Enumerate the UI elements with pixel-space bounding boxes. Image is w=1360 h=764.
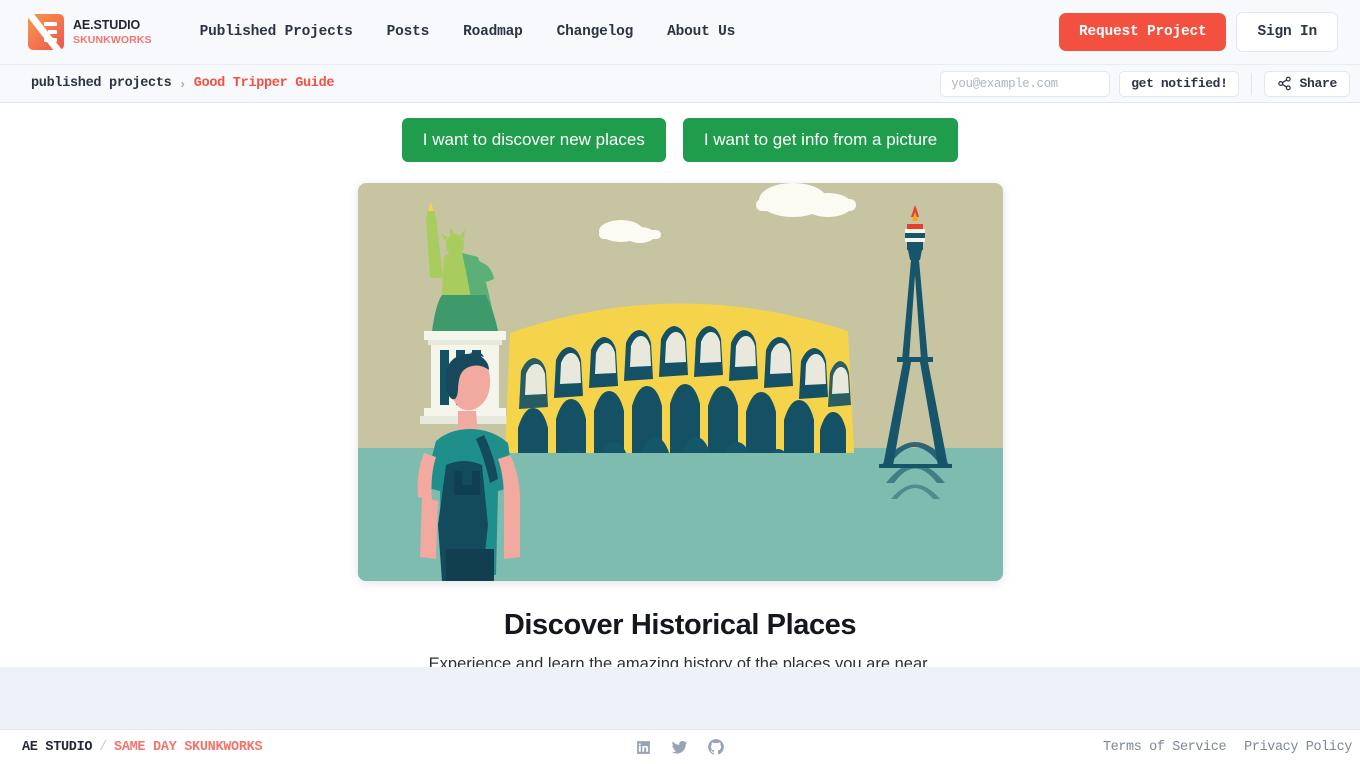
- footer: AE STUDIO / SAME DAY SKUNKWORKS Terms of…: [0, 729, 1360, 764]
- terms-of-service-link[interactable]: Terms of Service: [1103, 740, 1227, 755]
- spacer-band: [0, 667, 1360, 729]
- logo-bar-bottom: [44, 38, 57, 42]
- github-icon[interactable]: [707, 738, 725, 756]
- brand-text: AE.STUDIO SKUNKWORKS: [73, 19, 152, 45]
- logo-bar-top: [44, 22, 57, 26]
- brand-logo[interactable]: AE.STUDIO SKUNKWORKS: [28, 14, 152, 50]
- hero-illustration: [357, 183, 1003, 581]
- footer-legal-links: Terms of Service Privacy Policy: [1103, 740, 1352, 755]
- breadcrumb-root-link[interactable]: published projects: [31, 76, 172, 91]
- breadcrumb-current-page: Good Tripper Guide: [193, 76, 335, 91]
- brand-subtitle: SKUNKWORKS: [73, 33, 152, 46]
- brand-name: AE.STUDIO: [73, 18, 141, 32]
- email-input[interactable]: [940, 70, 1111, 97]
- footer-tagline: SAME DAY SKUNKWORKS: [114, 739, 263, 755]
- main-content: I want to discover new places I want to …: [0, 104, 1360, 667]
- sign-in-button[interactable]: Sign In: [1236, 12, 1338, 52]
- privacy-policy-link[interactable]: Privacy Policy: [1244, 740, 1352, 755]
- breadcrumb-bar: published projects › Good Tripper Guide …: [0, 64, 1360, 103]
- cta-button-row: I want to discover new places I want to …: [0, 104, 1360, 162]
- get-notified-button[interactable]: get notified!: [1119, 70, 1240, 97]
- vertical-divider: [1251, 72, 1253, 95]
- breadcrumb-actions: get notified! Share: [940, 70, 1350, 97]
- get-info-from-picture-button[interactable]: I want to get info from a picture: [682, 118, 959, 162]
- breadcrumb: published projects › Good Tripper Guide: [31, 76, 335, 91]
- request-project-button[interactable]: Request Project: [1058, 13, 1227, 51]
- page-subtitle: Experience and learn the amazing history…: [428, 655, 932, 667]
- nav-links: Published Projects Posts Roadmap Changel…: [183, 24, 753, 40]
- logo-slash: [28, 14, 64, 50]
- ae-studio-logo-icon: [28, 14, 64, 50]
- footer-studio-name: AE STUDIO: [22, 739, 93, 755]
- nav-item-published-projects[interactable]: Published Projects: [183, 24, 370, 40]
- share-button[interactable]: Share: [1264, 70, 1350, 97]
- nav-item-posts[interactable]: Posts: [370, 24, 447, 40]
- share-icon: [1278, 76, 1292, 91]
- footer-social-links: [635, 738, 725, 756]
- historical-places-illustration: [357, 183, 1003, 581]
- linkedin-icon[interactable]: [635, 739, 652, 756]
- discover-new-places-button[interactable]: I want to discover new places: [401, 118, 666, 162]
- nav-actions: Request Project Sign In: [1058, 12, 1338, 52]
- logo-bar-mid: [48, 30, 57, 34]
- nav-item-changelog[interactable]: Changelog: [540, 24, 651, 40]
- page-title: Discover Historical Places: [503, 609, 857, 641]
- footer-separator: /: [99, 739, 108, 755]
- nav-item-about-us[interactable]: About Us: [650, 24, 752, 40]
- share-label: Share: [1299, 76, 1337, 91]
- top-navigation-bar: AE.STUDIO SKUNKWORKS Published Projects …: [0, 0, 1360, 64]
- footer-brand[interactable]: AE STUDIO / SAME DAY SKUNKWORKS: [22, 739, 263, 755]
- twitter-icon[interactable]: [670, 739, 689, 756]
- chevron-right-icon: ›: [180, 76, 185, 91]
- nav-item-roadmap[interactable]: Roadmap: [446, 24, 540, 40]
